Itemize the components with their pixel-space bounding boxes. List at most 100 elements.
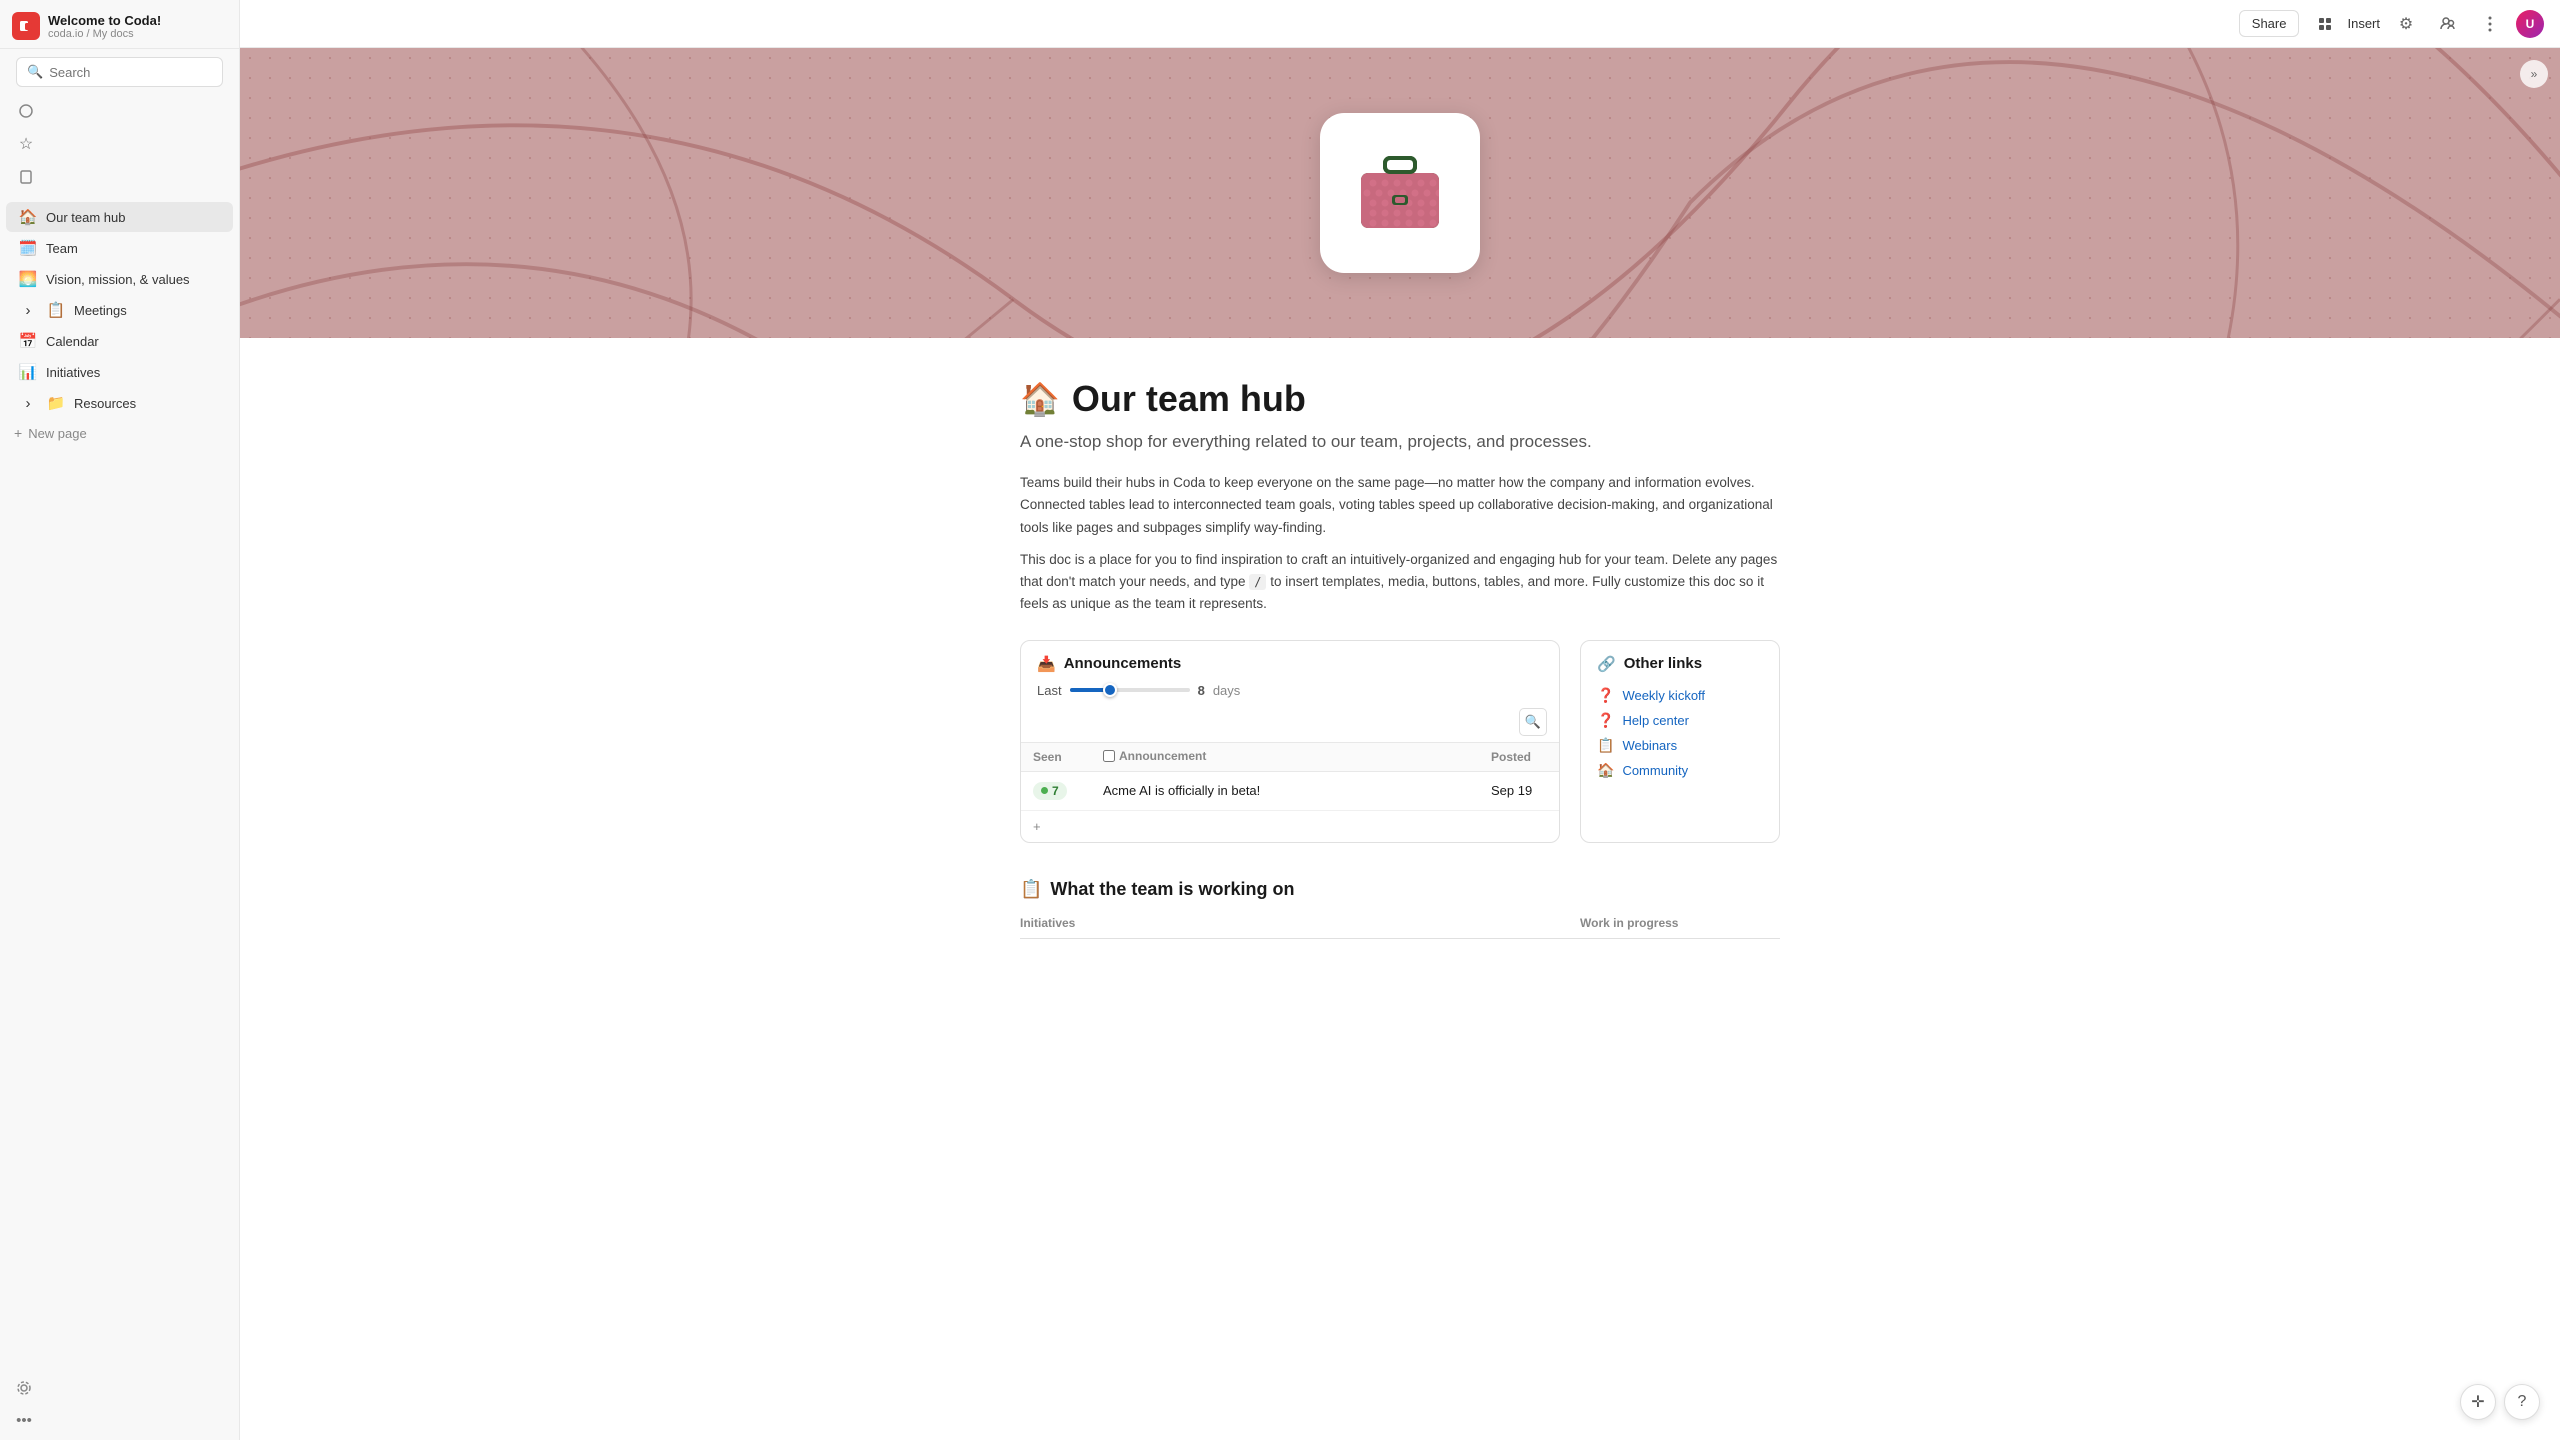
- page-title: Our team hub: [1072, 378, 1306, 420]
- sidebar-star-icon[interactable]: ☆: [10, 128, 42, 160]
- two-col-section: 📥 Announcements Last 8 days 🔍: [1020, 640, 1780, 843]
- our-team-hub-icon: 🏠: [18, 208, 38, 226]
- slider-track: [1070, 688, 1190, 692]
- share-button[interactable]: Share: [2239, 10, 2300, 37]
- link-weekly-kickoff-label: Weekly kickoff: [1622, 688, 1705, 703]
- link-webinars[interactable]: 📋 Webinars: [1597, 737, 1763, 754]
- slider-value: 8: [1198, 683, 1205, 698]
- more-options-icon[interactable]: [2474, 8, 2506, 40]
- other-links-title: Other links: [1624, 655, 1702, 672]
- posted-cell: Sep 19: [1479, 771, 1559, 810]
- vision-icon: 🌅: [18, 270, 38, 288]
- share-users-icon[interactable]: [2432, 8, 2464, 40]
- sidebar-settings-icon[interactable]: [10, 1374, 38, 1402]
- add-row-plus-icon: +: [1033, 819, 1041, 834]
- page-body-text-2: This doc is a place for you to find insp…: [1020, 549, 1780, 616]
- search-input[interactable]: [49, 65, 212, 80]
- wip-col-initiatives: Initiatives: [1020, 916, 1580, 930]
- page-body-text-1: Teams build their hubs in Coda to keep e…: [1020, 472, 1780, 539]
- workspace-info: Welcome to Coda! coda.io / My docs: [48, 13, 227, 40]
- wip-table-header: Initiatives Work in progress: [1020, 916, 1780, 939]
- doc-body: 🏠 Our team hub A one-stop shop for every…: [980, 338, 1820, 999]
- seen-cell: 7: [1021, 771, 1091, 810]
- link-help-center-label: Help center: [1622, 713, 1688, 728]
- link-help-center[interactable]: ❓ Help center: [1597, 712, 1763, 729]
- other-links-list: ❓ Weekly kickoff ❓ Help center 📋 Webinar…: [1581, 683, 1779, 793]
- seen-count: 7: [1052, 784, 1059, 798]
- other-links-card: 🔗 Other links ❓ Weekly kickoff ❓ Help ce…: [1580, 640, 1780, 843]
- table-search-button[interactable]: 🔍: [1519, 708, 1547, 736]
- hero-icon-box: [1320, 113, 1480, 273]
- user-avatar[interactable]: U: [2516, 10, 2544, 38]
- announcement-checkbox[interactable]: [1103, 750, 1115, 762]
- help-button[interactable]: ?: [2504, 1384, 2540, 1420]
- sidebar-item-resources[interactable]: › 📁 Resources: [6, 388, 233, 418]
- announcements-table: Seen Announcement Posted: [1021, 742, 1559, 811]
- coda-logo[interactable]: [12, 12, 40, 40]
- col-posted: Posted: [1479, 742, 1559, 771]
- sidebar-item-team[interactable]: 🗓️ Team: [6, 233, 233, 263]
- table-row: 7 Acme AI is officially in beta! Sep 19: [1021, 771, 1559, 810]
- working-on-title: 📋 What the team is working on: [1020, 879, 1780, 900]
- sidebar-item-our-team-hub[interactable]: 🏠 Our team hub: [6, 202, 233, 232]
- search-icon: 🔍: [27, 64, 43, 80]
- resources-icon: 📁: [46, 394, 66, 412]
- slider-thumb[interactable]: [1103, 683, 1117, 697]
- new-page-button[interactable]: + New page: [0, 419, 239, 447]
- sidebar-nav: 🏠 Our team hub 🗓️ Team 🌅 Vision, mission…: [0, 197, 239, 1368]
- bottom-float: ✛ ?: [2460, 1384, 2540, 1420]
- announcement-cell: Acme AI is officially in beta!: [1091, 771, 1479, 810]
- slider-unit: days: [1213, 683, 1240, 698]
- page-content: » 🏠 Our team hub A one-stop shop for eve…: [240, 48, 2560, 1440]
- add-row-button[interactable]: +: [1021, 811, 1559, 842]
- slider-fill: [1070, 688, 1106, 692]
- sidebar-item-calendar[interactable]: 📅 Calendar: [6, 326, 233, 356]
- crosshair-button[interactable]: ✛: [2460, 1384, 2496, 1420]
- sidebar-item-label: Initiatives: [46, 365, 100, 380]
- working-on-section: 📋 What the team is working on Initiative…: [1020, 879, 1780, 939]
- wip-col-progress: Work in progress: [1580, 916, 1780, 930]
- col-seen: Seen: [1021, 742, 1091, 771]
- sidebar-pages-icon[interactable]: [10, 161, 42, 193]
- settings-icon[interactable]: ⚙: [2390, 8, 2422, 40]
- sidebar-item-initiatives[interactable]: 📊 Initiatives: [6, 357, 233, 387]
- meetings-icon: 📋: [46, 301, 66, 319]
- workspace-breadcrumb: coda.io / My docs: [48, 28, 227, 40]
- sidebar-header: Welcome to Coda! coda.io / My docs: [0, 0, 239, 49]
- seen-badge: 7: [1033, 782, 1067, 800]
- sidebar-more-icon[interactable]: •••: [10, 1406, 38, 1434]
- hero-banner: »: [240, 48, 2560, 338]
- webinars-icon: 📋: [1597, 737, 1614, 754]
- sidebar-item-label: Team: [46, 241, 78, 256]
- slider-label-before: Last: [1037, 683, 1062, 698]
- announcements-title: Announcements: [1064, 655, 1182, 672]
- insert-button[interactable]: [2309, 8, 2341, 40]
- search-bar[interactable]: 🔍: [16, 57, 223, 87]
- announcements-header: 📥 Announcements: [1021, 641, 1559, 683]
- sidebar-item-meetings[interactable]: › 📋 Meetings: [6, 295, 233, 325]
- link-webinars-label: Webinars: [1622, 738, 1677, 753]
- page-subtitle: A one-stop shop for everything related t…: [1020, 432, 1780, 452]
- new-page-plus-icon: +: [14, 425, 22, 441]
- page-title-emoji: 🏠: [1020, 380, 1060, 418]
- table-toolbar: 🔍: [1021, 708, 1559, 742]
- working-on-title-text: What the team is working on: [1050, 879, 1294, 900]
- community-icon: 🏠: [1597, 762, 1614, 779]
- sidebar: Welcome to Coda! coda.io / My docs 🔍 ☆ 🏠…: [0, 0, 240, 1440]
- sidebar-home-icon[interactable]: [10, 95, 42, 127]
- link-community-label: Community: [1622, 763, 1688, 778]
- page-title-row: 🏠 Our team hub: [1020, 378, 1780, 420]
- sidebar-item-label: Our team hub: [46, 210, 126, 225]
- working-on-emoji: 📋: [1020, 879, 1042, 900]
- insert-label: Insert: [2347, 16, 2380, 31]
- sidebar-item-label: Resources: [74, 396, 136, 411]
- other-links-header: 🔗 Other links: [1581, 641, 1779, 683]
- sidebar-item-label: Vision, mission, & values: [46, 272, 190, 287]
- link-weekly-kickoff[interactable]: ❓ Weekly kickoff: [1597, 687, 1763, 704]
- sidebar-item-label: Calendar: [46, 334, 99, 349]
- collapse-right-icon[interactable]: »: [2520, 60, 2548, 88]
- sidebar-item-vision[interactable]: 🌅 Vision, mission, & values: [6, 264, 233, 294]
- announcements-card: 📥 Announcements Last 8 days 🔍: [1020, 640, 1560, 843]
- resources-expand-icon: ›: [18, 395, 38, 412]
- link-community[interactable]: 🏠 Community: [1597, 762, 1763, 779]
